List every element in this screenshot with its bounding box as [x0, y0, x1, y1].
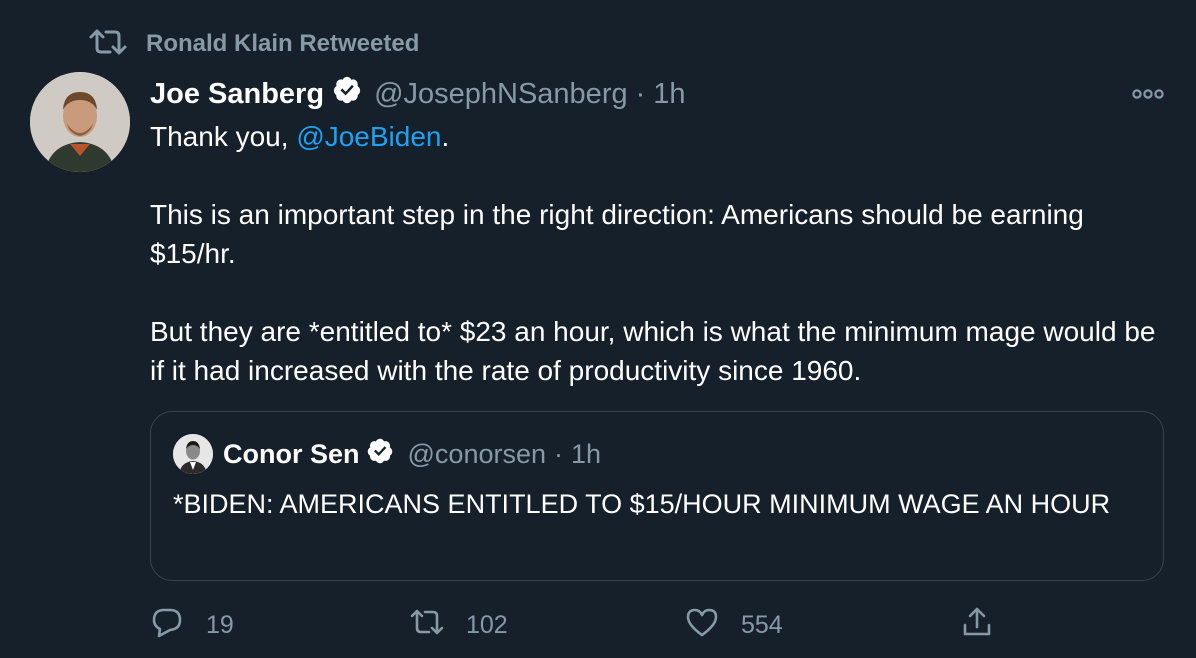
- verified-badge-icon: [360, 437, 408, 472]
- action-bar: 19 102 554: [150, 600, 1170, 650]
- header-separator: ·: [635, 77, 646, 110]
- quoted-header-separator: ·: [554, 438, 563, 469]
- quoted-author-handle: @conorsen: [407, 438, 546, 469]
- tweet-header: Joe Sanberg @JosephNSanberg · 1h: [150, 76, 686, 112]
- quoted-tweet[interactable]: Conor Sen @conorsen · 1h *BIDEN: AMERICA…: [150, 411, 1164, 581]
- tweet-paragraph-1: Thank you, @JoeBiden.: [150, 117, 1160, 156]
- retweet-label[interactable]: Ronald Klain Retweeted: [146, 30, 419, 58]
- tweet-paragraph-2: This is an important step in the right d…: [150, 199, 1084, 269]
- text-segment: Thank you,: [150, 121, 297, 152]
- avatar[interactable]: [30, 72, 130, 172]
- mention-link[interactable]: @JoeBiden: [296, 121, 441, 152]
- like-count: 554: [741, 610, 783, 639]
- verified-badge-icon: [324, 75, 374, 113]
- retweet-count: 102: [466, 610, 508, 639]
- retweet-banner[interactable]: Ronald Klain Retweeted: [88, 28, 419, 60]
- quoted-tweet-header: Conor Sen @conorsen · 1h: [173, 434, 601, 474]
- tweet-text: Thank you, @JoeBiden. This is an importa…: [150, 117, 1160, 390]
- heart-icon: [685, 605, 741, 646]
- retweet-icon: [88, 28, 128, 61]
- reply-button[interactable]: 19: [150, 600, 234, 650]
- reply-icon: [150, 605, 206, 646]
- reply-count: 19: [206, 610, 234, 639]
- text-segment: .: [441, 121, 450, 152]
- author-name[interactable]: Joe Sanberg: [150, 78, 324, 111]
- tweet-paragraph-3: But they are *entitled to* $23 an hour, …: [150, 316, 1156, 386]
- quoted-author-name: Conor Sen: [223, 438, 360, 469]
- share-button[interactable]: [960, 600, 1016, 650]
- like-button[interactable]: 554: [685, 600, 783, 650]
- share-icon: [960, 605, 1016, 646]
- retweet-icon: [410, 605, 466, 646]
- quoted-timestamp: 1h: [571, 438, 602, 469]
- retweet-button[interactable]: 102: [410, 600, 508, 650]
- tweet-timestamp[interactable]: 1h: [653, 78, 685, 111]
- more-options-icon[interactable]: [1130, 84, 1166, 104]
- quoted-tweet-text: *BIDEN: AMERICANS ENTITLED TO $15/HOUR M…: [173, 489, 1111, 519]
- quoted-avatar: [173, 434, 213, 474]
- author-handle[interactable]: @JosephNSanberg: [374, 78, 628, 111]
